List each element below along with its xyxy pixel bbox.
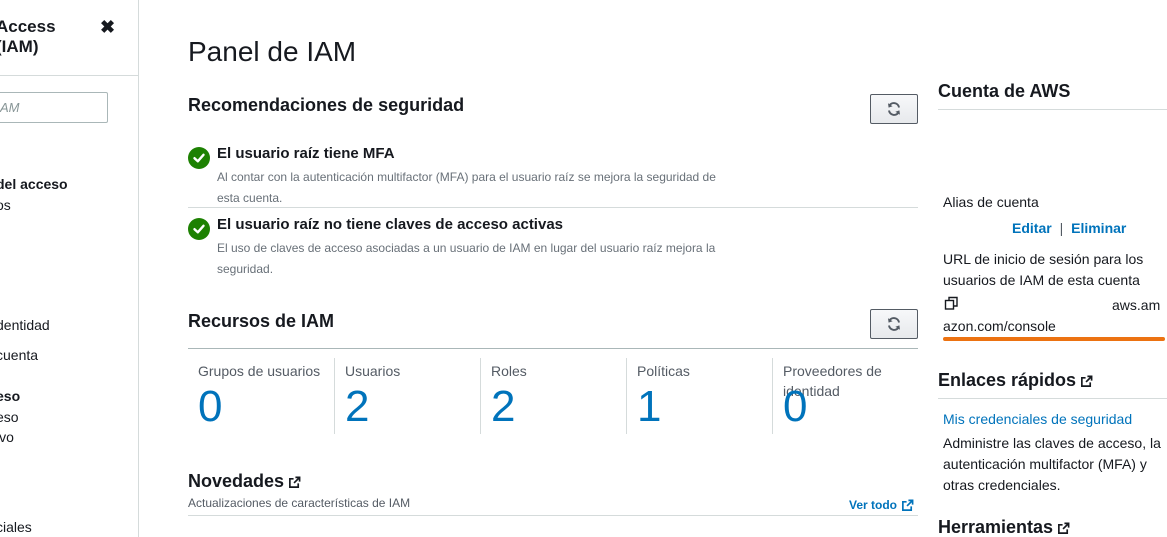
recommendation-description: El uso de claves de acceso asociadas a u…: [217, 241, 716, 276]
iam-resources-title: Recursos de IAM: [188, 311, 335, 331]
security-refresh-button[interactable]: [870, 94, 918, 124]
sidebar-item-account-settings[interactable]: cuenta: [0, 346, 38, 364]
sidebar-item-identity-providers[interactable]: dentidad: [0, 316, 50, 334]
sidebar: Access (IAM) ✖ AM del acceso os dentidad…: [0, 0, 139, 537]
delete-alias-link[interactable]: Eliminar: [1071, 220, 1126, 236]
copy-icon[interactable]: [944, 296, 959, 317]
resource-policies[interactable]: Políticas 1: [626, 358, 772, 434]
resource-count[interactable]: 2: [491, 382, 515, 432]
sidebar-search-input[interactable]: AM: [0, 92, 108, 123]
resource-user-groups[interactable]: Grupos de usuarios 0: [188, 358, 334, 434]
alias-actions: Editar | Eliminar: [1012, 218, 1126, 239]
resource-identity-providers[interactable]: Proveedores de identidad 0: [772, 358, 918, 434]
resource-label: Políticas: [637, 363, 690, 379]
sidebar-item-access-analyzer[interactable]: eso: [0, 408, 19, 426]
refresh-icon: [888, 317, 900, 331]
account-panel: Cuenta de AWS Alias de cuenta Editar | E…: [929, 0, 1167, 537]
recommendation-description: Al contar con la autenticación multifact…: [217, 170, 716, 205]
sidebar-title: Access (IAM): [0, 17, 56, 56]
recommendation-divider: [188, 207, 918, 208]
quick-links-title: Enlaces rápidos: [938, 370, 1093, 391]
sidebar-item-access-reports: eso: [0, 388, 21, 404]
resource-count[interactable]: 0: [783, 382, 807, 432]
sidebar-item-groups[interactable]: os: [0, 196, 11, 214]
sidebar-item-credentials-report[interactable]: ciales: [0, 518, 32, 536]
recommendation-title: El usuario raíz no tiene claves de acces…: [217, 216, 564, 233]
account-divider: [938, 109, 1167, 110]
see-all-link[interactable]: Ver todo: [849, 498, 914, 512]
aws-account-title: Cuenta de AWS: [938, 81, 1071, 101]
main-content: Panel de IAM Recomendaciones de segurida…: [139, 0, 929, 537]
security-credentials-link[interactable]: Mis credenciales de seguridad: [943, 409, 1132, 430]
refresh-icon: [888, 102, 900, 116]
quick-links-divider: [938, 398, 1167, 399]
resource-users[interactable]: Usuarios 2: [334, 358, 480, 434]
external-link-icon: [1058, 522, 1070, 534]
signin-url-label: URL de inicio de sesión para los usuario…: [943, 251, 1144, 288]
resource-count[interactable]: 2: [345, 382, 369, 432]
security-recommendations-title: Recomendaciones de seguridad: [188, 95, 465, 115]
resource-roles[interactable]: Roles 2: [480, 358, 626, 434]
signin-url-highlight: [943, 337, 1165, 341]
link-separator: |: [1059, 220, 1064, 236]
signin-url-part1: aws.am: [1112, 297, 1161, 313]
resource-label: Usuarios: [345, 363, 401, 379]
resource-label: Roles: [491, 363, 527, 379]
check-circle-icon: [188, 218, 210, 240]
resource-count[interactable]: 0: [198, 382, 222, 432]
close-icon[interactable]: ✖: [100, 17, 115, 37]
resource-count[interactable]: 1: [637, 382, 661, 432]
sidebar-divider: [0, 75, 138, 76]
resource-label: Grupos de usuarios: [198, 363, 321, 379]
external-link-icon: [902, 499, 914, 512]
resources-refresh-button[interactable]: [870, 309, 918, 339]
check-circle-icon: [188, 147, 210, 169]
recommendation-access-keys: El usuario raíz no tiene claves de acces…: [188, 216, 918, 278]
edit-alias-link[interactable]: Editar: [1012, 220, 1052, 236]
recommendation-mfa: El usuario raíz tiene MFA Al contar con …: [188, 145, 918, 207]
whats-new-title[interactable]: Novedades: [188, 471, 301, 492]
signin-url-part2: azon.com/console: [943, 318, 1056, 334]
page-title: Panel de IAM: [188, 36, 357, 67]
security-credentials-description: Administre las claves de acceso, la aute…: [943, 435, 1161, 493]
external-link-icon: [289, 476, 301, 488]
whats-new-subtitle: Actualizaciones de características de IA…: [188, 496, 411, 510]
tools-title: Herramientas: [938, 517, 1070, 537]
account-alias-label: Alias de cuenta: [943, 194, 1039, 210]
sidebar-item-access-management: del acceso: [0, 176, 68, 192]
news-divider: [188, 515, 918, 516]
recommendation-title: El usuario raíz tiene MFA: [217, 145, 395, 162]
external-link-icon: [1081, 375, 1093, 387]
sidebar-item-archive-rules[interactable]: ivo: [0, 428, 14, 446]
resources-divider: [188, 348, 918, 349]
